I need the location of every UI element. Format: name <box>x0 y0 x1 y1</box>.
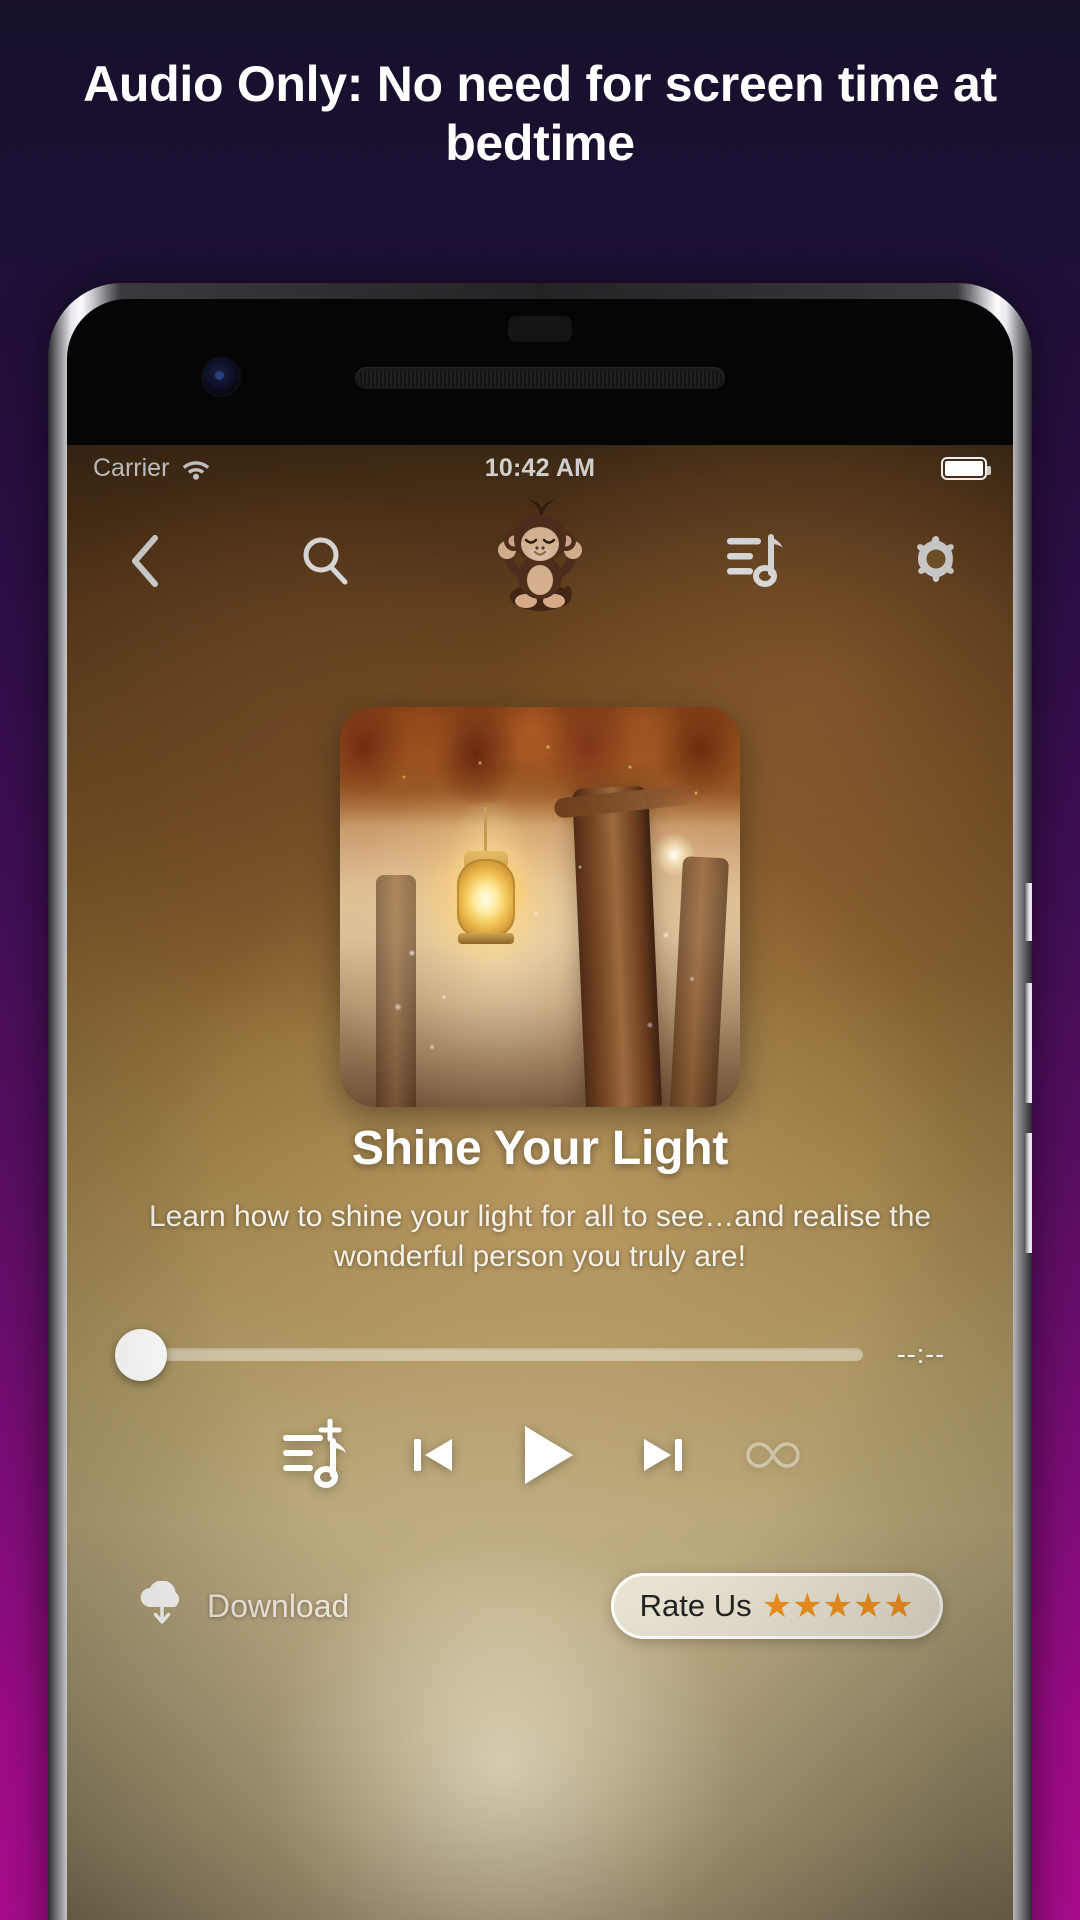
search-icon[interactable] <box>294 530 356 592</box>
artwork-canopy <box>340 707 740 825</box>
skip-previous-button[interactable] <box>409 1430 459 1480</box>
artwork-tree-left <box>376 875 416 1107</box>
star-icon: ★ <box>761 1587 793 1625</box>
promo-headline: Audio Only: No need for screen time at b… <box>83 56 997 171</box>
artwork-lantern-base <box>458 933 514 944</box>
rate-us-label: Rate Us <box>639 1588 752 1623</box>
track-title: Shine Your Light <box>351 1122 729 1175</box>
star-icon: ★ <box>792 1587 823 1625</box>
skip-next-button[interactable] <box>637 1430 687 1480</box>
star-icon: ★ <box>822 1587 854 1625</box>
volume-up-button[interactable] <box>1024 983 1032 1103</box>
add-to-playlist-icon[interactable] <box>279 1419 351 1491</box>
screen-background <box>67 445 1013 1920</box>
earpiece-speaker-icon <box>355 367 725 389</box>
proximity-sensor-icon <box>508 316 572 342</box>
playback-controls <box>67 1419 1013 1491</box>
star-icon: ★ <box>883 1587 914 1625</box>
download-label: Download <box>207 1587 350 1624</box>
progress-slider-knob[interactable] <box>115 1328 167 1381</box>
phone-bezel: Carrier 10:42 AM Shine Your Light Learn … <box>67 299 1013 1920</box>
play-button[interactable] <box>517 1422 579 1488</box>
front-camera-icon <box>203 359 239 395</box>
artwork-tree-main <box>572 785 662 1107</box>
meditating-monkey-logo <box>474 495 606 627</box>
rate-us-button[interactable]: Rate Us ★ ★ ★ ★ ★ <box>610 1573 943 1639</box>
artwork-tree-right <box>670 856 730 1107</box>
rating-stars: ★ ★ ★ ★ ★ <box>762 1589 914 1623</box>
app-navbar <box>67 491 1013 631</box>
phone-device-frame: Carrier 10:42 AM Shine Your Light Learn … <box>48 283 1032 1920</box>
status-bar-right <box>941 456 991 480</box>
star-icon: ★ <box>853 1587 884 1625</box>
gear-icon[interactable] <box>905 530 967 592</box>
artwork-lantern-icon <box>457 859 515 937</box>
progress-slider[interactable] <box>115 1328 863 1381</box>
track-description: Learn how to shine your light for all to… <box>148 1200 932 1274</box>
app-bottom-bar: Download Rate Us ★ ★ ★ ★ ★ <box>67 1573 1013 1639</box>
playback-progress-row: --:-- <box>67 1328 1013 1381</box>
infinity-loop-icon[interactable] <box>745 1437 801 1473</box>
battery-full-icon <box>941 456 991 480</box>
download-button[interactable]: Download <box>137 1579 350 1632</box>
app-screen: Carrier 10:42 AM Shine Your Light Learn … <box>67 445 1013 1920</box>
status-bar-time: 10:42 AM <box>484 453 596 482</box>
back-button[interactable] <box>113 530 175 592</box>
elapsed-time-label: --:-- <box>896 1339 946 1369</box>
status-bar: Carrier 10:42 AM <box>67 445 1013 491</box>
artwork-image <box>340 707 740 1107</box>
mute-switch[interactable] <box>1024 883 1032 941</box>
album-artwork[interactable] <box>340 707 740 1107</box>
cloud-download-icon <box>137 1579 187 1632</box>
volume-down-button[interactable] <box>1024 1133 1032 1253</box>
playlist-music-icon[interactable] <box>725 530 787 592</box>
